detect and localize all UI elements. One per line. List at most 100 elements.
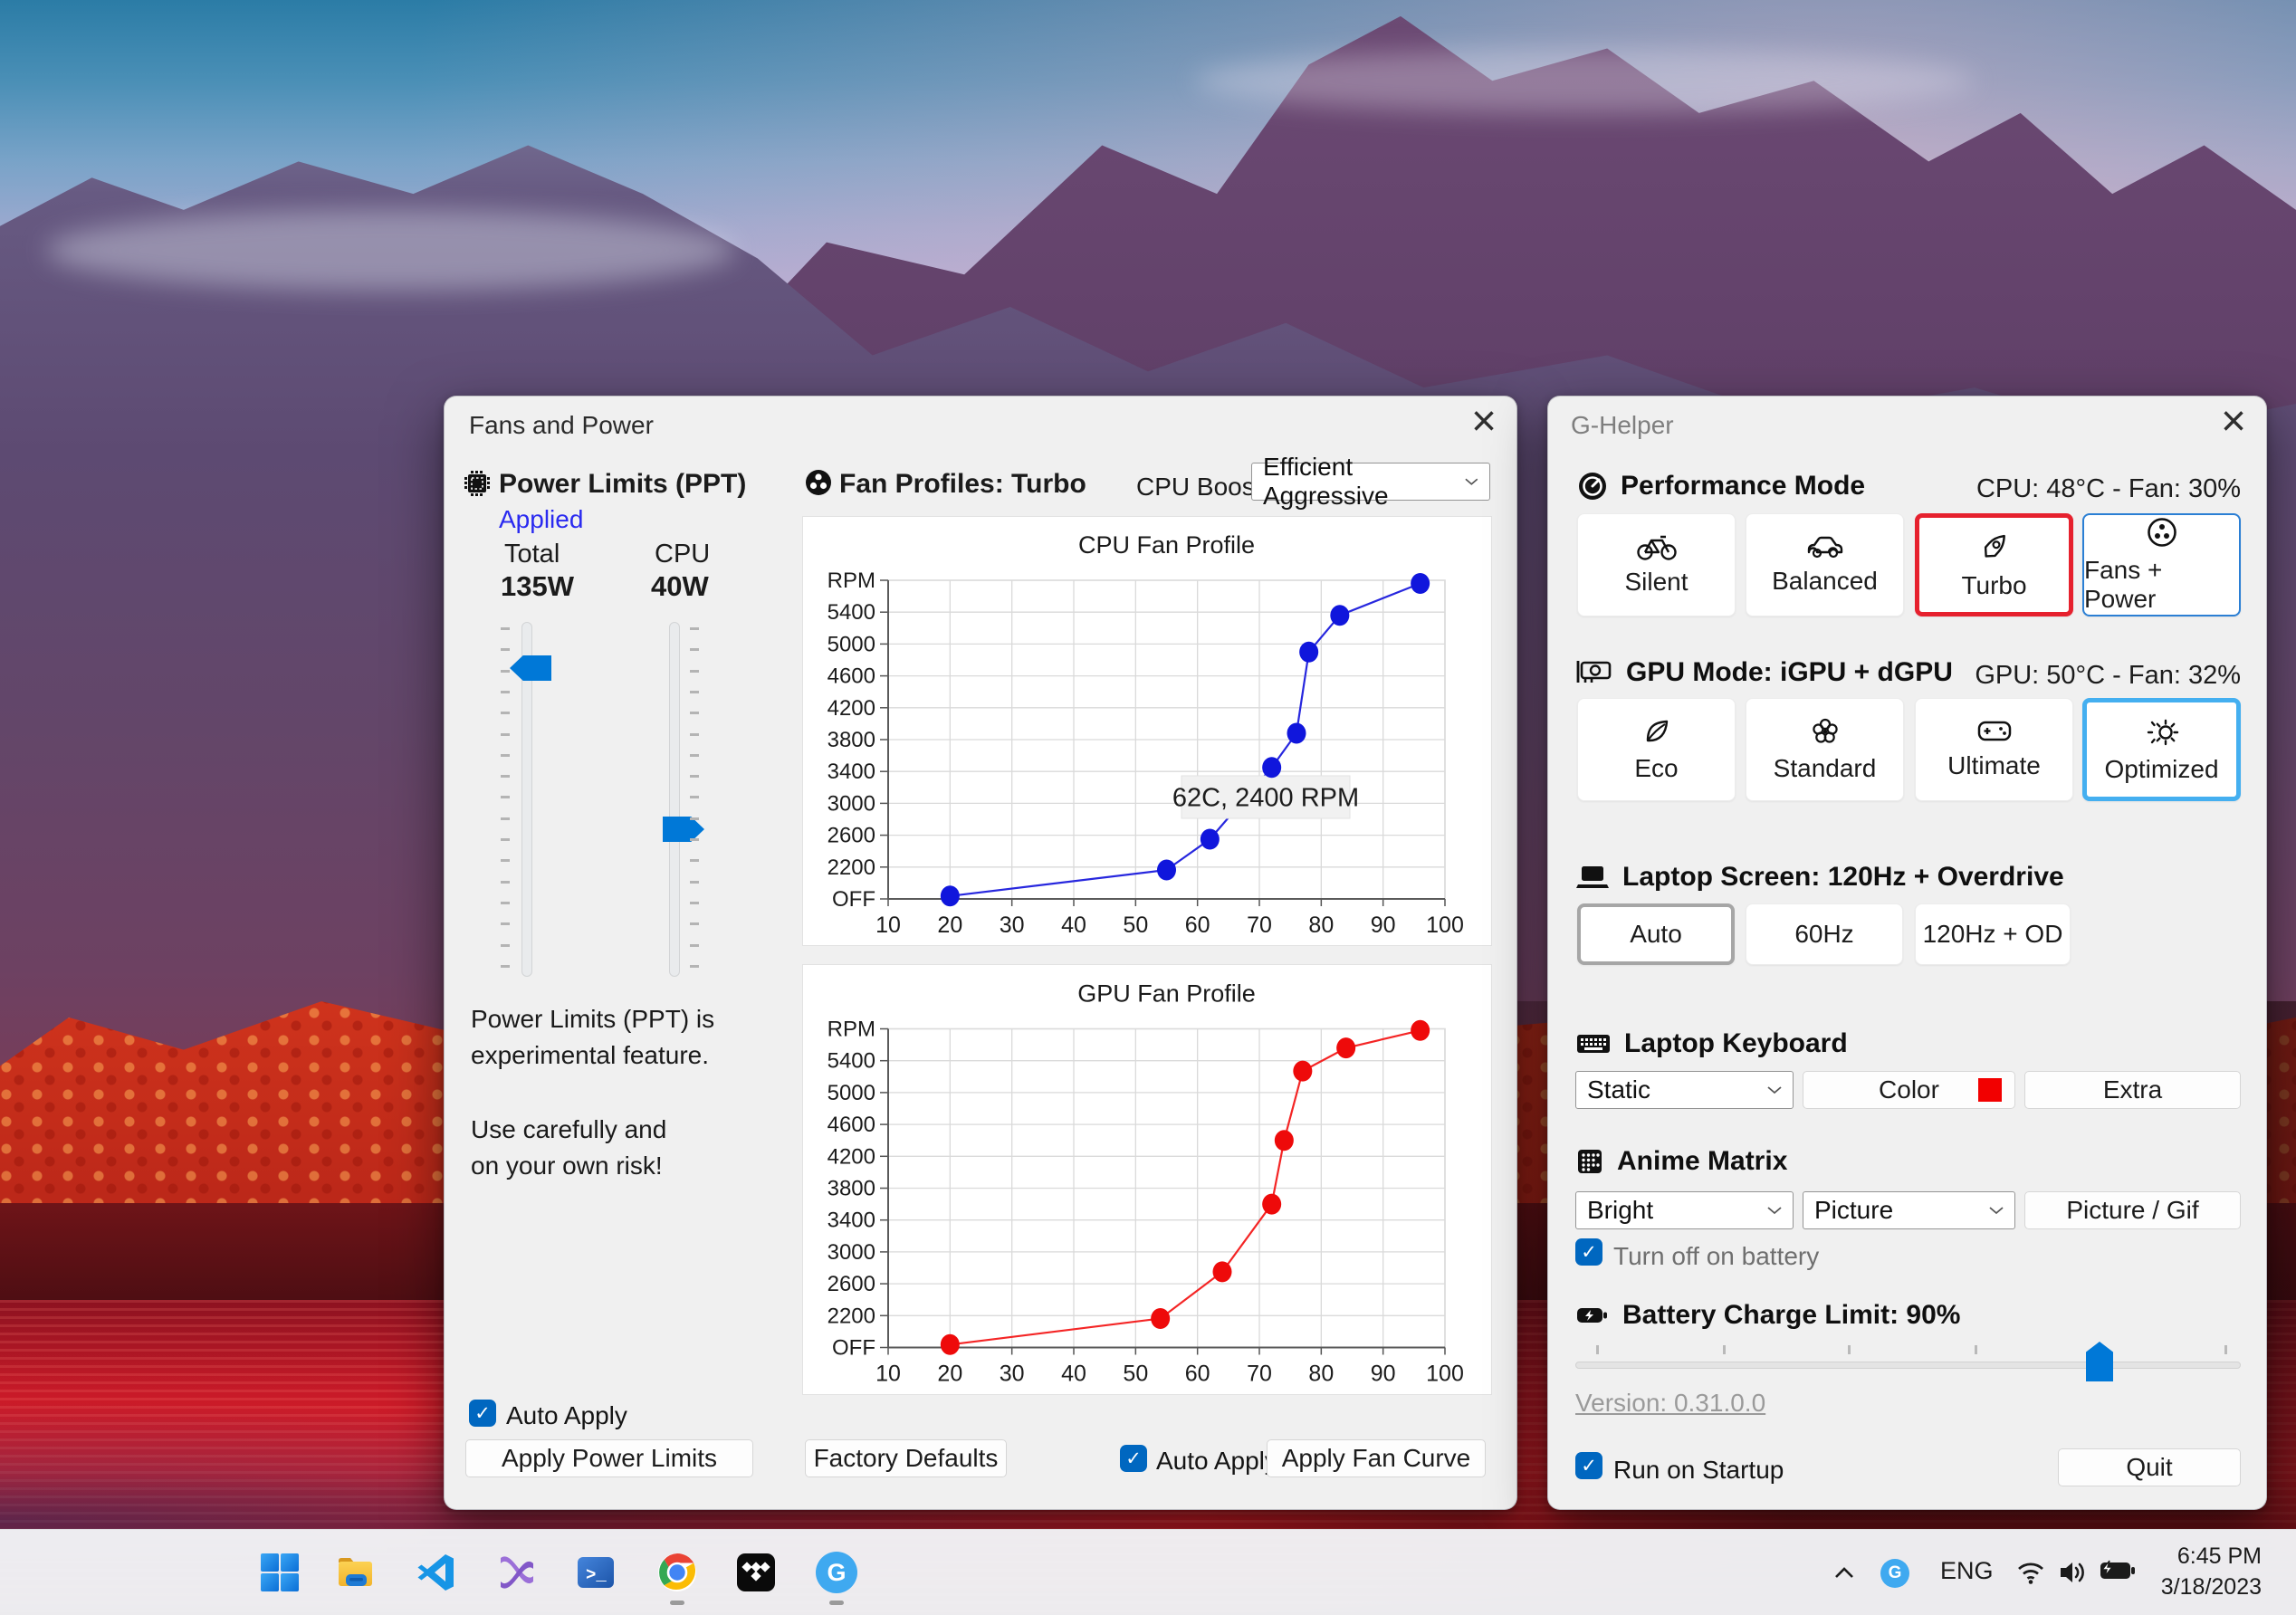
gpu-optimized-button[interactable]: Optimized bbox=[2082, 698, 2241, 801]
check-icon: ✓ bbox=[1125, 1448, 1142, 1469]
flower-icon bbox=[1812, 718, 1838, 743]
svg-text:OFF: OFF bbox=[832, 887, 875, 912]
battery-limit-slider-thumb[interactable] bbox=[2086, 1342, 2113, 1381]
gpu-ultimate-button[interactable]: Ultimate bbox=[1915, 698, 2073, 801]
svg-text:CPU Fan Profile: CPU Fan Profile bbox=[1078, 531, 1255, 559]
wifi-icon[interactable] bbox=[2015, 1557, 2046, 1586]
svg-text:4200: 4200 bbox=[828, 696, 875, 721]
tray-language[interactable]: ENG bbox=[1940, 1557, 1994, 1585]
screen-60hz-button[interactable]: 60Hz bbox=[1746, 903, 1903, 965]
color-swatch bbox=[1978, 1078, 2002, 1102]
vscode-icon[interactable] bbox=[415, 1552, 456, 1593]
svg-text:4600: 4600 bbox=[828, 664, 875, 689]
svg-text:3400: 3400 bbox=[828, 760, 875, 784]
start-button-icon[interactable] bbox=[259, 1552, 301, 1593]
file-explorer-icon[interactable] bbox=[334, 1552, 376, 1593]
optimize-icon bbox=[2147, 719, 2178, 746]
svg-text:>_: >_ bbox=[586, 1565, 607, 1585]
visual-studio-icon[interactable] bbox=[496, 1552, 538, 1593]
cpu-value: 40W bbox=[651, 570, 709, 602]
auto-apply-fan-label: Auto Apply bbox=[1156, 1447, 1277, 1475]
apply-fan-curve-button[interactable]: Apply Fan Curve bbox=[1267, 1439, 1486, 1477]
gpu-standard-button[interactable]: Standard bbox=[1746, 698, 1904, 801]
clock-time: 6:45 PM bbox=[2176, 1543, 2262, 1569]
keyboard-color-button[interactable]: Color bbox=[1803, 1071, 2015, 1109]
cpu-slider-track[interactable] bbox=[669, 622, 680, 977]
turn-off-on-battery-checkbox[interactable]: ✓ bbox=[1575, 1238, 1602, 1266]
gpu-fan-curve-chart[interactable]: OFF 2200 2600 3000 3400 3800 4200 4600 5000 5400 R… bbox=[803, 965, 1491, 1394]
cpu-power-slider[interactable] bbox=[646, 622, 704, 977]
total-value: 135W bbox=[501, 570, 574, 602]
mode-silent-button[interactable]: Silent bbox=[1577, 513, 1736, 616]
svg-text:60: 60 bbox=[1185, 1362, 1210, 1387]
auto-apply-fan-checkbox[interactable]: ✓ bbox=[1120, 1445, 1147, 1472]
g-helper-taskbar-icon[interactable]: G bbox=[816, 1552, 857, 1593]
cpu-temp-status: CPU: 48°C - Fan: 30% bbox=[1976, 474, 2241, 503]
svg-text:10: 10 bbox=[875, 1362, 901, 1387]
svg-text:3800: 3800 bbox=[828, 1177, 875, 1201]
mode-balanced-button[interactable]: Balanced bbox=[1746, 513, 1904, 616]
anime-brightness-dropdown[interactable]: Bright bbox=[1575, 1191, 1794, 1229]
svg-text:50: 50 bbox=[1123, 913, 1148, 938]
tidal-icon[interactable] bbox=[735, 1552, 777, 1593]
chevron-down-icon bbox=[1465, 478, 1478, 485]
gpu-eco-button[interactable]: Eco bbox=[1577, 698, 1736, 801]
svg-text:5000: 5000 bbox=[828, 1081, 875, 1105]
close-icon[interactable]: × bbox=[2221, 398, 2246, 445]
power-limits-status: Applied bbox=[499, 505, 584, 533]
quit-button[interactable]: Quit bbox=[2058, 1448, 2241, 1486]
svg-text:70: 70 bbox=[1247, 913, 1272, 938]
matrix-icon bbox=[1578, 1150, 1602, 1173]
powershell-icon[interactable]: >_ bbox=[575, 1552, 617, 1593]
keyboard-mode-dropdown[interactable]: Static bbox=[1575, 1071, 1794, 1109]
svg-text:3800: 3800 bbox=[828, 728, 875, 752]
cpu-fan-curve-chart[interactable]: OFF 2200 2600 3000 3400 3800 4200 4600 5000 5400 R… bbox=[803, 517, 1491, 945]
svg-text:62C, 2400 RPM: 62C, 2400 RPM bbox=[1172, 784, 1359, 813]
version-link[interactable]: Version: 0.31.0.0 bbox=[1575, 1389, 1765, 1418]
gpu-icon bbox=[1576, 661, 1612, 683]
total-power-slider[interactable] bbox=[499, 622, 553, 977]
fan-icon bbox=[806, 470, 831, 495]
fan-icon bbox=[2147, 518, 2176, 547]
mode-turbo-button[interactable]: Turbo bbox=[1915, 513, 2073, 616]
svg-text:70: 70 bbox=[1247, 1362, 1272, 1387]
mode-fans-power-button[interactable]: Fans + Power bbox=[2082, 513, 2241, 616]
svg-text:3000: 3000 bbox=[828, 1240, 875, 1265]
factory-defaults-button[interactable]: Factory Defaults bbox=[805, 1439, 1007, 1477]
svg-text:20: 20 bbox=[937, 913, 962, 938]
svg-text:GPU Fan Profile: GPU Fan Profile bbox=[1077, 980, 1256, 1008]
gpu-fan-chart-panel[interactable]: OFF 2200 2600 3000 3400 3800 4200 4600 5000 5400 R… bbox=[802, 964, 1492, 1395]
svg-text:RPM: RPM bbox=[828, 1018, 875, 1042]
tray-chevron-up-icon[interactable] bbox=[1833, 1566, 1855, 1579]
tray-g-helper-icon[interactable]: G bbox=[1880, 1559, 1909, 1588]
close-icon[interactable]: × bbox=[1471, 398, 1497, 445]
svg-text:20: 20 bbox=[937, 1362, 962, 1387]
keyboard-extra-button[interactable]: Extra bbox=[2024, 1071, 2241, 1109]
anime-mode-dropdown[interactable]: Picture bbox=[1803, 1191, 2015, 1229]
tray-clock[interactable]: 6:45 PM 3/18/2023 bbox=[2161, 1541, 2262, 1602]
svg-text:90: 90 bbox=[1371, 1362, 1396, 1387]
auto-apply-power-checkbox[interactable]: ✓ bbox=[469, 1400, 496, 1427]
chrome-icon[interactable] bbox=[656, 1552, 698, 1593]
cpu-boost-dropdown[interactable]: Efficient Aggressive bbox=[1251, 453, 1490, 510]
battery-limit-slider-track[interactable] bbox=[1575, 1362, 2241, 1369]
chevron-down-icon bbox=[1767, 1086, 1782, 1094]
desktop: Fans and Power × Power Limits (PPT) Appl… bbox=[0, 0, 2296, 1615]
apply-power-limits-button[interactable]: Apply Power Limits bbox=[465, 1439, 753, 1477]
svg-text:10: 10 bbox=[875, 913, 901, 938]
run-on-startup-checkbox[interactable]: ✓ bbox=[1575, 1452, 1602, 1479]
gpu-temp-status: GPU: 50°C - Fan: 32% bbox=[1975, 661, 2241, 690]
svg-text:40: 40 bbox=[1061, 913, 1086, 938]
cpu-fan-chart-panel[interactable]: OFF 2200 2600 3000 3400 3800 4200 4600 5000 5400 R… bbox=[802, 516, 1492, 946]
screen-auto-button[interactable]: Auto bbox=[1577, 903, 1735, 965]
svg-text:90: 90 bbox=[1371, 913, 1396, 938]
svg-text:30: 30 bbox=[1000, 1362, 1025, 1387]
svg-text:50: 50 bbox=[1123, 1362, 1148, 1387]
anime-picture-gif-button[interactable]: Picture / Gif bbox=[2024, 1191, 2241, 1229]
laptop-icon bbox=[1576, 866, 1609, 888]
chrome-running-indicator bbox=[670, 1601, 684, 1605]
total-slider-thumb[interactable] bbox=[510, 655, 551, 681]
battery-icon[interactable] bbox=[2099, 1559, 2137, 1582]
screen-120hz-od-button[interactable]: 120Hz + OD bbox=[1915, 903, 2071, 965]
volume-icon[interactable] bbox=[2057, 1557, 2090, 1588]
